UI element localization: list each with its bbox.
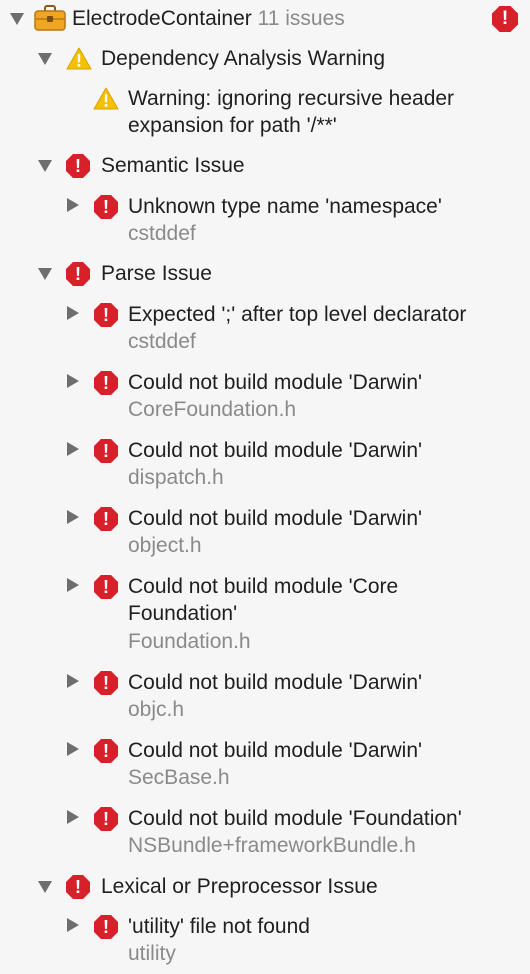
- disclosure-closed-icon[interactable]: [67, 306, 79, 320]
- issue-row[interactable]: ! Could not build module 'Foundation' NS…: [0, 804, 530, 860]
- issue-row[interactable]: ! Could not build module 'Core Foundatio…: [0, 572, 530, 656]
- error-icon: !: [94, 439, 118, 463]
- error-icon: !: [94, 807, 118, 831]
- error-icon: !: [94, 303, 118, 327]
- issue-row[interactable]: ! Could not build module 'Darwin' SecBas…: [0, 736, 530, 792]
- issue-file: dispatch.h: [128, 466, 224, 489]
- issue-title: Could not build module 'Darwin': [128, 739, 423, 762]
- error-badge-icon: !: [492, 6, 518, 32]
- issue-title: Unknown type name 'namespace': [128, 195, 442, 218]
- error-icon: !: [94, 575, 118, 599]
- issue-title: Expected ';' after top level declarator: [128, 303, 467, 326]
- issue-title: Could not build module 'Darwin': [128, 371, 423, 394]
- issue-file: cstddef: [128, 222, 196, 245]
- group-title: Dependency Analysis Warning: [101, 47, 386, 70]
- error-icon: !: [94, 739, 118, 763]
- issue-count: 11 issues: [257, 7, 345, 30]
- issue-row[interactable]: ! Could not build module 'Darwin' CoreFo…: [0, 368, 530, 424]
- issue-row[interactable]: ! Could not build module 'Darwin' dispat…: [0, 436, 530, 492]
- group-dependency-analysis[interactable]: Dependency Analysis Warning: [0, 44, 530, 74]
- issue-title: Could not build module 'Darwin': [128, 507, 423, 530]
- error-icon: !: [66, 875, 90, 899]
- issue-row[interactable]: ! Expected ';' after top level declarato…: [0, 300, 530, 356]
- issue-row[interactable]: ! Unknown type name 'namespace' cstddef: [0, 192, 530, 248]
- error-icon: !: [94, 671, 118, 695]
- issue-title: Could not build module 'Core: [128, 575, 399, 598]
- issue-title: Could not build module 'Foundation': [128, 807, 462, 830]
- issue-row[interactable]: ! Could not build module 'Darwin' object…: [0, 504, 530, 560]
- issue-file: object.h: [128, 534, 202, 557]
- issue-file: CoreFoundation.h: [128, 398, 297, 421]
- issue-title: Could not build module 'Darwin': [128, 439, 423, 462]
- disclosure-closed-icon[interactable]: [67, 742, 79, 756]
- issue-row[interactable]: ! Could not build module 'Darwin' objc.h: [0, 668, 530, 724]
- disclosure-closed-icon[interactable]: [67, 810, 79, 824]
- issue-row-warning[interactable]: Warning: ignoring recursive header expan…: [0, 84, 530, 140]
- warning-icon: [93, 87, 119, 110]
- issue-title-continued: Foundation': [128, 602, 238, 625]
- issue-file: objc.h: [128, 698, 185, 721]
- disclosure-closed-icon[interactable]: [67, 918, 79, 932]
- error-icon: !: [66, 262, 90, 286]
- group-semantic-issue[interactable]: ! Semantic Issue: [0, 151, 530, 181]
- group-title: Semantic Issue: [101, 154, 245, 177]
- group-title: Parse Issue: [101, 262, 212, 285]
- issue-title: 'utility' file not found: [128, 915, 310, 938]
- error-icon: !: [66, 154, 90, 178]
- disclosure-closed-icon[interactable]: [67, 442, 79, 456]
- disclosure-open-icon[interactable]: [38, 268, 52, 280]
- disclosure-closed-icon[interactable]: [67, 578, 79, 592]
- issue-title-continued: expansion for path '/**': [128, 114, 337, 137]
- disclosure-closed-icon[interactable]: [67, 510, 79, 524]
- project-row[interactable]: ElectrodeContainer 11 issues !: [0, 0, 530, 36]
- group-title: Lexical or Preprocessor Issue: [101, 875, 378, 898]
- issue-file: utility: [128, 942, 176, 965]
- issue-file: NSBundle+frameworkBundle.h: [128, 834, 416, 857]
- error-icon: !: [94, 507, 118, 531]
- group-lexical-issue[interactable]: ! Lexical or Preprocessor Issue: [0, 872, 530, 902]
- disclosure-open-icon[interactable]: [38, 53, 52, 65]
- issue-file: SecBase.h: [128, 766, 230, 789]
- disclosure-open-icon[interactable]: [38, 881, 52, 893]
- disclosure-closed-icon[interactable]: [67, 198, 79, 212]
- project-name: ElectrodeContainer: [72, 7, 252, 30]
- error-icon: !: [94, 371, 118, 395]
- issue-file: cstddef: [128, 330, 196, 353]
- issue-row[interactable]: ! 'utility' file not found utility: [0, 912, 530, 968]
- disclosure-open-icon[interactable]: [38, 160, 52, 172]
- issue-file: Foundation.h: [128, 630, 251, 653]
- disclosure-closed-icon[interactable]: [67, 674, 79, 688]
- error-icon: !: [94, 195, 118, 219]
- issue-title: Could not build module 'Darwin': [128, 671, 423, 694]
- error-icon: !: [94, 915, 118, 939]
- warning-icon: [66, 47, 92, 70]
- issue-title: Warning: ignoring recursive header: [128, 87, 455, 110]
- toolbox-icon: [34, 5, 66, 36]
- disclosure-closed-icon[interactable]: [67, 374, 79, 388]
- disclosure-open-icon[interactable]: [10, 13, 24, 25]
- group-parse-issue[interactable]: ! Parse Issue: [0, 259, 530, 289]
